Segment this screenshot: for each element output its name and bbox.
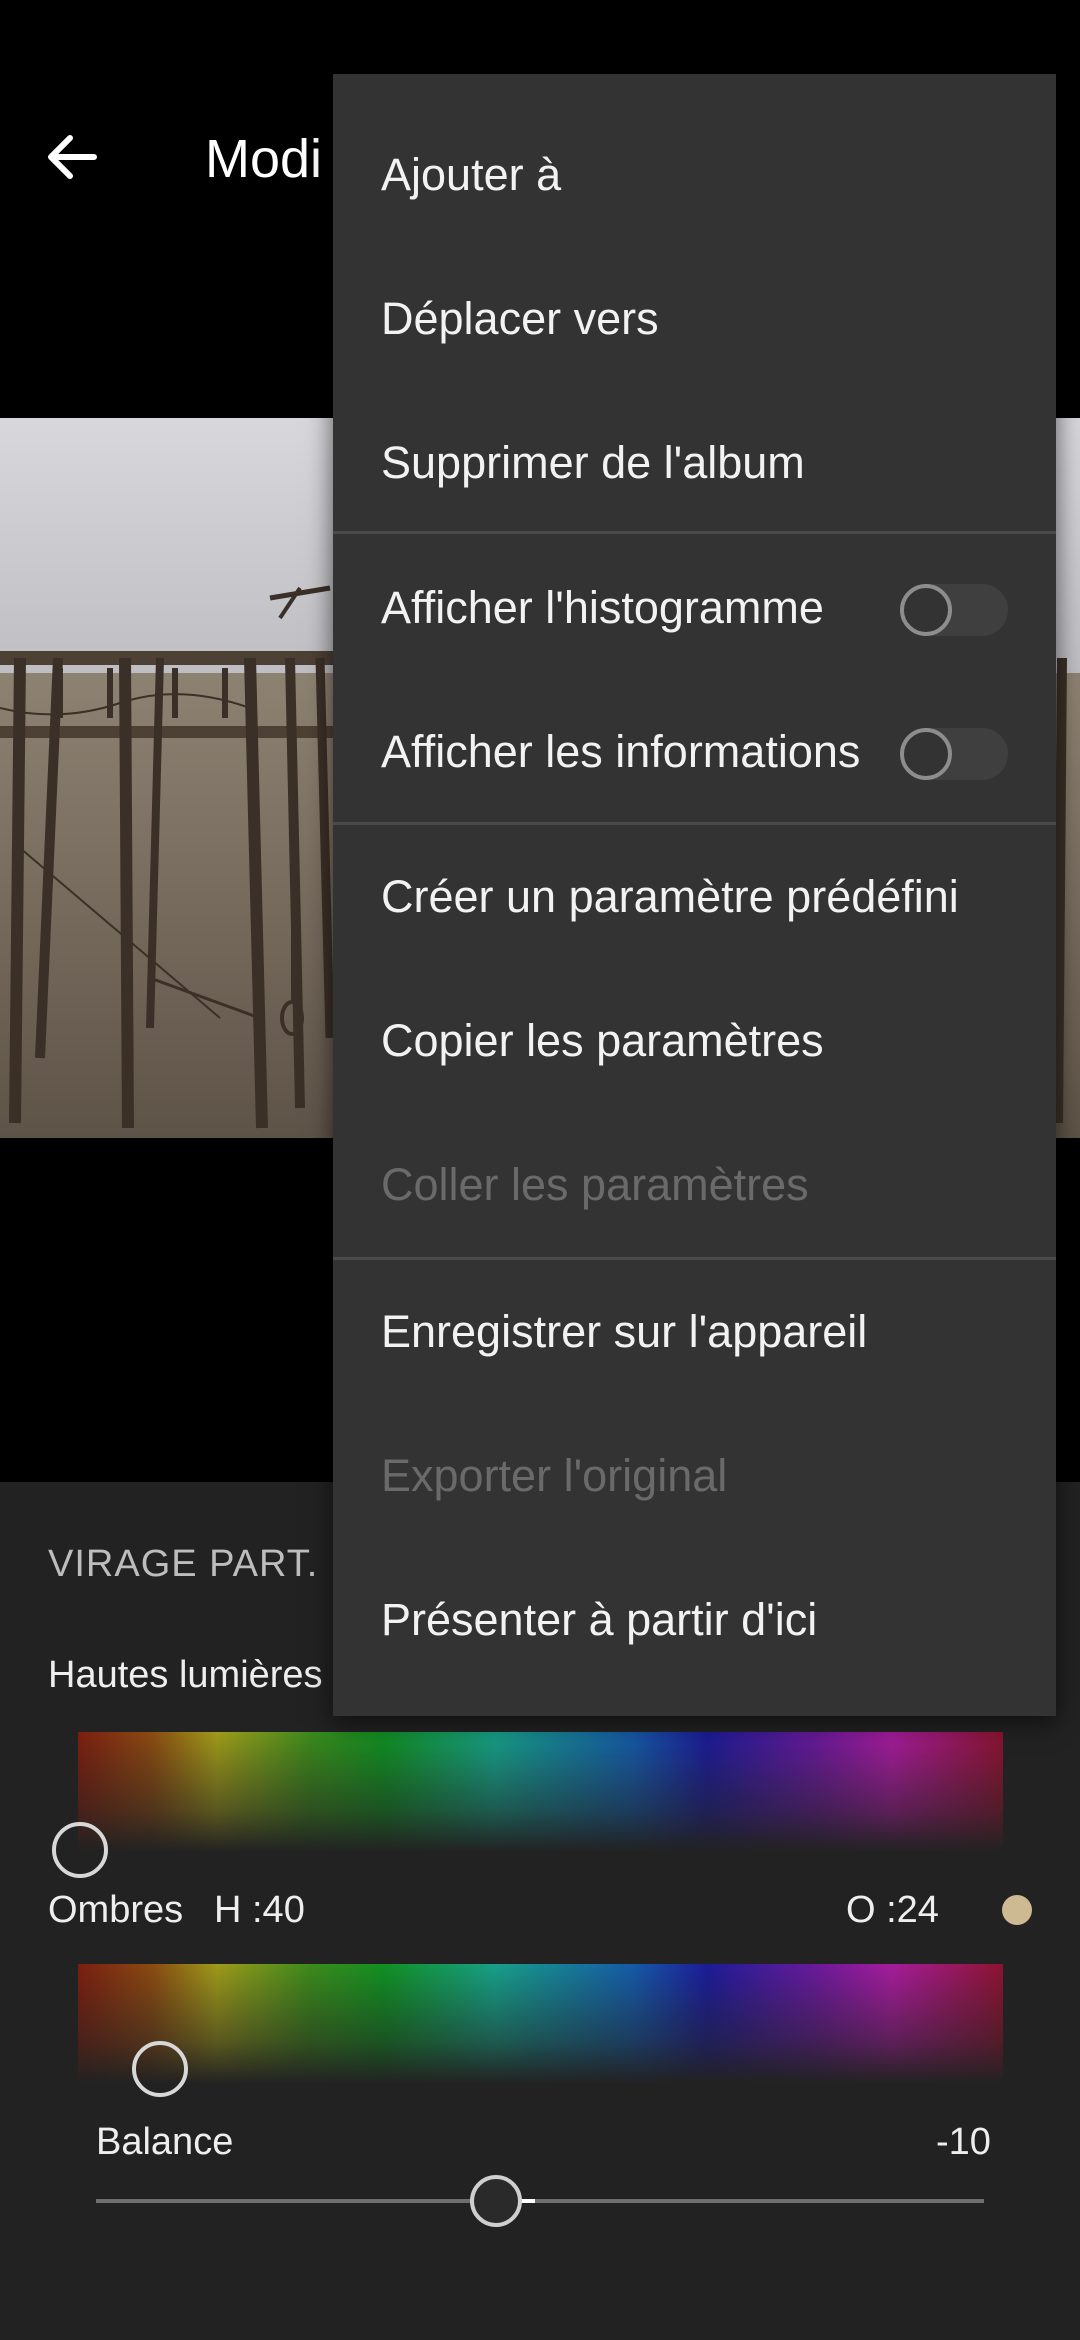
menu-item-export-original: Exporter l'original — [381, 1450, 728, 1501]
shadows-saturation-value: O :24 — [846, 1889, 939, 1931]
balance-value: -10 — [936, 2121, 991, 2163]
shadows-picker-handle[interactable] — [132, 2041, 188, 2097]
highlights-picker-handle[interactable] — [52, 1822, 108, 1878]
toggle-knob — [900, 584, 952, 636]
highlights-color-picker[interactable] — [78, 1732, 1003, 1852]
section-title: VIRAGE PART. — [48, 1543, 319, 1585]
menu-item-show-info[interactable]: Afficher les informations — [333, 680, 1056, 824]
info-toggle[interactable] — [900, 728, 1008, 780]
balance-label: Balance — [96, 2121, 234, 2163]
menu-item-show-histogram[interactable]: Afficher l'histogramme — [333, 536, 1056, 680]
menu-item-add-to[interactable]: Ajouter à — [333, 103, 1056, 247]
menu-item-remove-from-album[interactable]: Supprimer de l'album — [333, 391, 1056, 535]
menu-item-paste-settings: Coller les paramètres — [381, 1159, 809, 1210]
shadows-color-swatch[interactable] — [1002, 1895, 1032, 1925]
menu-item-create-preset[interactable]: Créer un paramètre prédéfini — [333, 825, 1056, 969]
shadows-hue-value: H :40 — [214, 1889, 305, 1931]
back-arrow-icon[interactable] — [40, 125, 104, 189]
page-title: Modi — [205, 129, 323, 189]
overflow-menu: Ajouter à Déplacer vers Supprimer de l'a… — [333, 74, 1056, 1716]
menu-item-save-to-device[interactable]: Enregistrer sur l'appareil — [333, 1260, 1056, 1404]
menu-item-copy-settings[interactable]: Copier les paramètres — [333, 969, 1056, 1113]
toggle-knob — [900, 728, 952, 780]
balance-slider-thumb[interactable] — [470, 2175, 522, 2227]
menu-divider — [333, 531, 1056, 534]
menu-item-present-from-here[interactable]: Présenter à partir d'ici — [333, 1548, 1056, 1692]
menu-item-move-to[interactable]: Déplacer vers — [333, 247, 1056, 391]
histogram-toggle[interactable] — [900, 584, 1008, 636]
balance-slider-track[interactable] — [96, 2199, 984, 2203]
shadows-label: Ombres — [48, 1889, 184, 1931]
highlights-label: Hautes lumières — [48, 1654, 323, 1696]
shadows-color-picker[interactable] — [78, 1964, 1003, 2084]
